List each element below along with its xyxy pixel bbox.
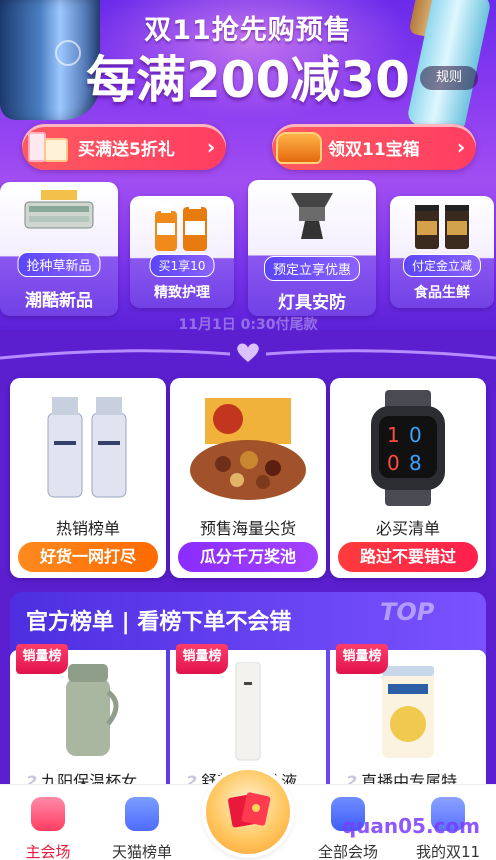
serum-bottles-image [10,388,166,508]
red-envelope-icon [228,792,271,828]
svg-text:0: 0 [387,451,400,475]
list-icon [125,797,159,831]
svg-text:1: 1 [387,423,400,447]
heart-divider [0,343,496,362]
watermark-text: quan05.com [341,814,480,838]
card-must-buy[interactable]: 1008 必买清单 路过不要错过 [330,378,486,578]
chevron-right-icon: › [456,135,466,159]
ranking-item[interactable]: 销量榜 2 直播中专属特 [330,644,486,795]
tab-main-venue[interactable]: 主会场 [0,785,96,860]
kids-watch-image: 1008 [330,388,486,508]
card-tag[interactable]: 好货一网打尽 [18,542,158,572]
category-trendy-new[interactable]: 抢种草新品 潮酷新品 [0,182,118,316]
lotion-tube-image [170,660,326,764]
card-name: 热销榜单 [55,519,120,538]
sales-rank-badge: 销量榜 [336,644,388,674]
tab-label: 全部会场 [317,843,378,860]
rules-button[interactable]: 规则 [420,66,478,90]
treasure-chest-icon [272,124,324,170]
milk-powder-can-image [330,660,486,764]
category-label: 精致护理 [154,285,210,301]
sales-rank-badge: 销量榜 [16,644,68,674]
svg-text:0: 0 [409,423,422,447]
category-label: 食品生鲜 [414,285,470,301]
tab-label: 主会场 [25,843,71,860]
gift-box-icon [22,124,74,170]
category-lighting-security[interactable]: 预定立享优惠 灯具安防 [248,180,376,316]
category-food-fresh[interactable]: 付定金立减 食品生鲜 [390,196,494,308]
category-badge: 抢种草新品 [17,252,101,277]
coffee-jars-image [390,200,494,254]
ranking-title[interactable]: 官方榜单 | 看榜下单不会错 [26,604,291,636]
lamp-product-image [248,186,376,240]
thermos-cup-image [10,660,166,764]
tab-label: 天猫榜单 [111,843,172,860]
category-care[interactable]: 买1享10 精致护理 [130,196,234,308]
card-tag[interactable]: 瓜分千万奖池 [178,542,318,572]
mixed-nuts-image [170,388,326,508]
promo-pill-treasure[interactable]: 领双11宝箱 › [272,124,476,170]
ranking-item[interactable]: 销量榜 2 九阳保温杯女 [10,644,166,795]
chevron-right-icon: › [206,135,216,159]
category-badge: 买1享10 [149,254,215,277]
cushion-product-image [0,188,118,242]
tab-label: 我的双11 [415,843,481,860]
category-badge: 付定金立减 [402,254,482,277]
promo-pill-label: 买满送5折礼 [78,139,175,160]
card-presale-goods[interactable]: 预售海量尖货 瓜分千万奖池 [170,378,326,578]
card-name: 预售海量尖货 [199,519,296,538]
card-hot-sales[interactable]: 热销榜单 好货一网打尽 [10,378,166,578]
home-icon [31,797,65,831]
center-red-envelope-button[interactable] [206,770,290,854]
card-name: 必买清单 [375,519,440,538]
top-badge-icon: TOP [380,598,435,626]
card-tag[interactable]: 路过不要错过 [338,542,478,572]
category-label: 潮酷新品 [25,291,93,311]
tab-tmall-ranking[interactable]: 天猫榜单 [94,785,190,860]
sales-rank-badge: 销量榜 [176,644,228,674]
promo-pill-gift[interactable]: 买满送5折礼 › [22,124,226,170]
promo-pill-label: 领双11宝箱 [328,139,420,160]
category-badge: 预定立享优惠 [263,256,361,281]
category-label: 灯具安防 [278,293,346,313]
svg-text:8: 8 [409,451,422,475]
disinfectant-bottles-image [130,200,234,254]
presale-time-text: 11月1日 0:30付尾款 [178,317,318,333]
